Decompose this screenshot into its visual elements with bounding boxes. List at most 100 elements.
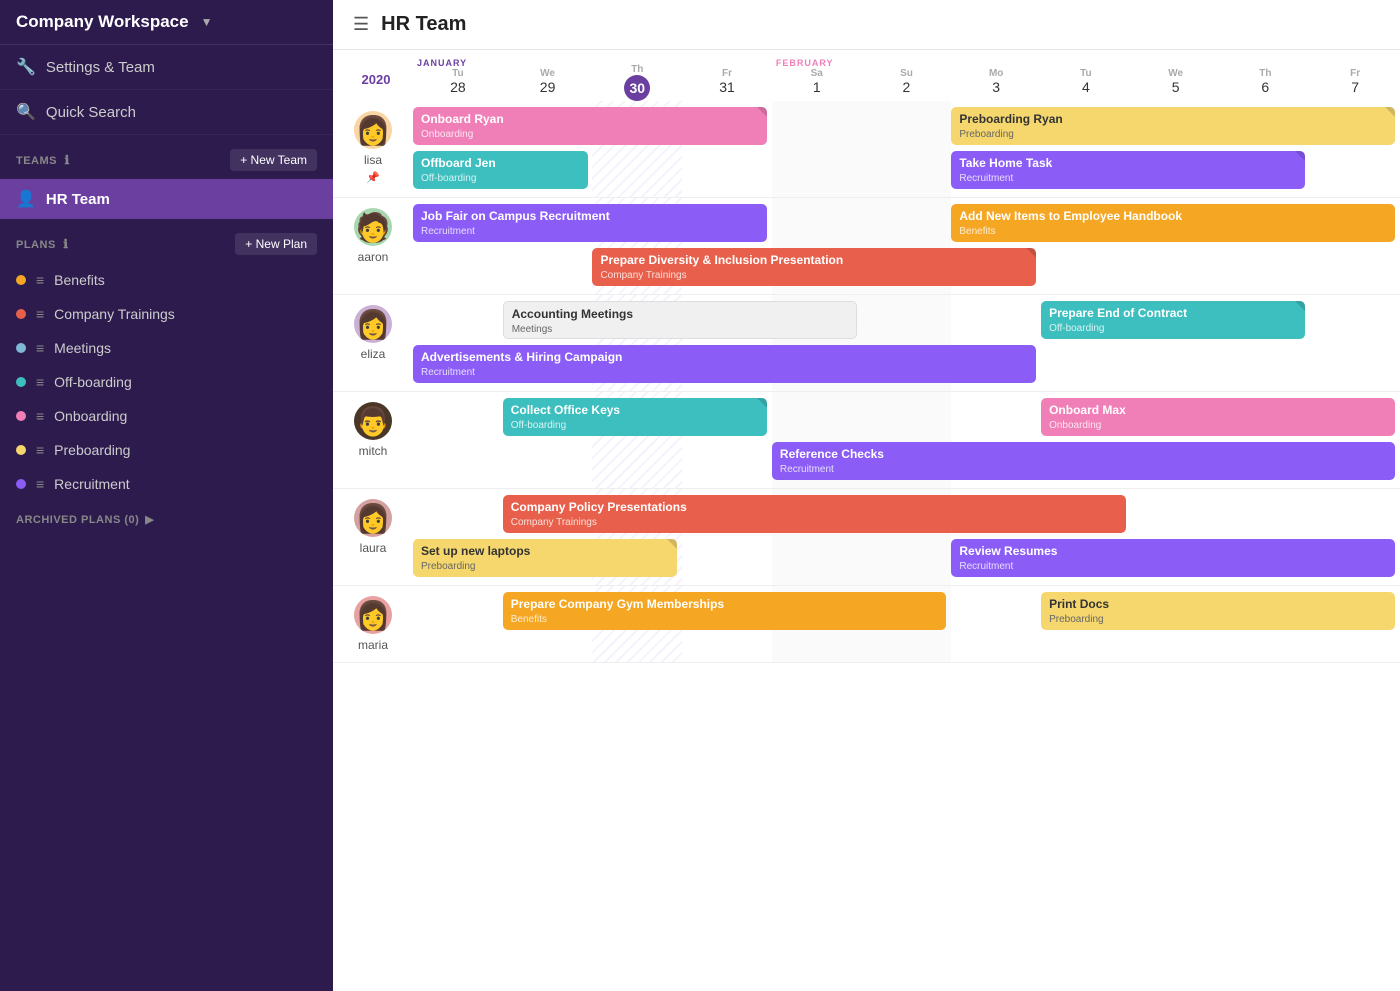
event-bar[interactable]: Prepare Diversity & Inclusion Presentati… xyxy=(592,248,1036,286)
user-cell-aaron: 🧑 aaron xyxy=(333,198,413,295)
day-num: 28 xyxy=(450,79,466,95)
event-bar[interactable]: Company Policy Presentations Company Tra… xyxy=(503,495,1126,533)
user-name-lisa: lisa xyxy=(364,153,382,167)
settings-team-item[interactable]: 🔧 Settings & Team xyxy=(0,45,333,90)
day-abbr: Tu xyxy=(1041,68,1131,79)
event-bar[interactable]: Job Fair on Campus Recruitment Recruitme… xyxy=(413,204,767,242)
event-subtitle: Company Trainings xyxy=(511,516,1118,529)
events-area-lisa: Onboard Ryan Onboarding Preboarding Ryan… xyxy=(413,101,1400,198)
event-bar[interactable]: Preboarding Ryan Preboarding xyxy=(951,107,1395,145)
calendar-table: 2020JANUARYTu28 We29 Th30 Fr31FEBRUARYSa… xyxy=(333,50,1400,663)
plan-name: Preboarding xyxy=(54,442,130,458)
avatar-maria: 👩 xyxy=(354,596,392,634)
event-bar[interactable]: Collect Office Keys Off-boarding xyxy=(503,398,767,436)
event-bar[interactable]: Accounting Meetings Meetings xyxy=(503,301,857,339)
plans-info-icon[interactable]: ℹ xyxy=(63,237,68,251)
day-num: 7 xyxy=(1351,79,1359,95)
events-area-eliza: Accounting Meetings Meetings Prepare End… xyxy=(413,295,1400,392)
user-cell-maria: 👩 maria xyxy=(333,586,413,663)
user-cell-mitch: 👨 mitch xyxy=(333,392,413,489)
plan-dot xyxy=(16,411,26,421)
event-title: Review Resumes xyxy=(959,544,1387,560)
events-area-aaron: Job Fair on Campus Recruitment Recruitme… xyxy=(413,198,1400,295)
header-col-feb3: Mo3 xyxy=(951,50,1041,101)
plan-lines-icon: ≡ xyxy=(36,272,44,288)
day-abbr: Fr xyxy=(1310,68,1400,79)
plan-item-meetings[interactable]: ≡ Meetings xyxy=(0,331,333,365)
plan-dot xyxy=(16,479,26,489)
event-subtitle: Recruitment xyxy=(959,560,1387,573)
teams-info-icon[interactable]: ℹ xyxy=(65,153,70,167)
archived-plans-section[interactable]: ARCHIVED PLANS (0) ▶ xyxy=(0,501,333,538)
day-abbr: We xyxy=(1131,68,1221,79)
event-bar[interactable]: Prepare Company Gym Memberships Benefits xyxy=(503,592,947,630)
plan-item-offboarding[interactable]: ≡ Off-boarding xyxy=(0,365,333,399)
teams-label: TEAMS xyxy=(16,155,57,167)
hr-team-item[interactable]: 👤 HR Team xyxy=(0,179,333,219)
event-bar[interactable]: Take Home Task Recruitment xyxy=(951,151,1305,189)
event-bar[interactable]: Add New Items to Employee Handbook Benef… xyxy=(951,204,1395,242)
event-bar[interactable]: Review Resumes Recruitment xyxy=(951,539,1395,577)
event-subtitle: Preboarding xyxy=(959,128,1387,141)
event-subtitle: Preboarding xyxy=(1049,613,1387,626)
event-subtitle: Off-boarding xyxy=(421,172,580,185)
user-name-laura: laura xyxy=(360,541,387,555)
menu-icon[interactable]: ☰ xyxy=(353,14,369,35)
user-cell-eliza: 👩 eliza xyxy=(333,295,413,392)
page-title: HR Team xyxy=(381,13,466,36)
day-abbr: Fr xyxy=(682,68,772,79)
workspace-chevron-icon: ▼ xyxy=(201,15,213,29)
user-row-eliza: 👩 eliza Accounting Meetings Meetings Pre… xyxy=(333,295,1400,392)
plan-lines-icon: ≡ xyxy=(36,306,44,322)
event-row: Offboard Jen Off-boarding Take Home Task… xyxy=(413,149,1400,191)
plan-item-trainings[interactable]: ≡ Company Trainings xyxy=(0,297,333,331)
plan-item-recruitment[interactable]: ≡ Recruitment xyxy=(0,467,333,501)
avatar-aaron: 🧑 xyxy=(354,208,392,246)
quick-search-item[interactable]: 🔍 Quick Search xyxy=(0,90,333,135)
event-bar[interactable]: Advertisements & Hiring Campaign Recruit… xyxy=(413,345,1036,383)
wrench-icon: 🔧 xyxy=(16,57,36,77)
day-abbr: We xyxy=(503,68,593,79)
calendar-container[interactable]: 2020JANUARYTu28 We29 Th30 Fr31FEBRUARYSa… xyxy=(333,50,1400,991)
events-area-mitch: Collect Office Keys Off-boarding Onboard… xyxy=(413,392,1400,489)
plan-item-benefits[interactable]: ≡ Benefits xyxy=(0,263,333,297)
event-bar[interactable]: Set up new laptops Preboarding xyxy=(413,539,677,577)
event-bar[interactable]: Prepare End of Contract Off-boarding xyxy=(1041,301,1305,339)
event-bar[interactable]: Print Docs Preboarding xyxy=(1041,592,1395,630)
event-subtitle: Off-boarding xyxy=(511,419,759,432)
event-bar[interactable]: Onboard Max Onboarding xyxy=(1041,398,1395,436)
day-num: 4 xyxy=(1082,79,1090,95)
day-num: 31 xyxy=(719,79,735,95)
user-cell-laura: 👩 laura xyxy=(333,489,413,586)
header-col-jan29: We29 xyxy=(503,50,593,101)
event-row: Prepare Diversity & Inclusion Presentati… xyxy=(413,246,1400,288)
plan-dot xyxy=(16,377,26,387)
plan-dot xyxy=(16,343,26,353)
event-bar[interactable]: Offboard Jen Off-boarding xyxy=(413,151,588,189)
event-row: Set up new laptops Preboarding Review Re… xyxy=(413,537,1400,579)
event-subtitle: Recruitment xyxy=(959,172,1297,185)
plan-lines-icon: ≡ xyxy=(36,374,44,390)
user-row-aaron: 🧑 aaron Job Fair on Campus Recruitment R… xyxy=(333,198,1400,295)
new-plan-button[interactable]: + New Plan xyxy=(235,233,317,255)
plan-item-preboarding[interactable]: ≡ Preboarding xyxy=(0,433,333,467)
day-num: 1 xyxy=(813,79,821,95)
event-subtitle: Benefits xyxy=(511,613,939,626)
day-num: 29 xyxy=(540,79,556,95)
header-col-feb5: We5 xyxy=(1131,50,1221,101)
plans-section-header: PLANS ℹ + New Plan xyxy=(0,219,333,263)
hr-team-label: HR Team xyxy=(46,191,110,208)
day-abbr: Sa xyxy=(772,68,862,79)
event-bar[interactable]: Onboard Ryan Onboarding xyxy=(413,107,767,145)
workspace-header[interactable]: Company Workspace ▼ xyxy=(0,0,333,45)
event-row: Company Policy Presentations Company Tra… xyxy=(413,493,1400,535)
new-team-button[interactable]: + New Team xyxy=(230,149,317,171)
team-person-icon: 👤 xyxy=(16,189,36,209)
plan-item-onboarding[interactable]: ≡ Onboarding xyxy=(0,399,333,433)
user-name-maria: maria xyxy=(358,638,388,652)
event-title: Job Fair on Campus Recruitment xyxy=(421,209,759,225)
event-bar[interactable]: Reference Checks Recruitment xyxy=(772,442,1395,480)
main-content: ☰ HR Team 2020JANUARYTu28 We29 Th30 Fr31… xyxy=(333,0,1400,991)
plan-name: Meetings xyxy=(54,340,111,356)
plan-name: Recruitment xyxy=(54,476,129,492)
